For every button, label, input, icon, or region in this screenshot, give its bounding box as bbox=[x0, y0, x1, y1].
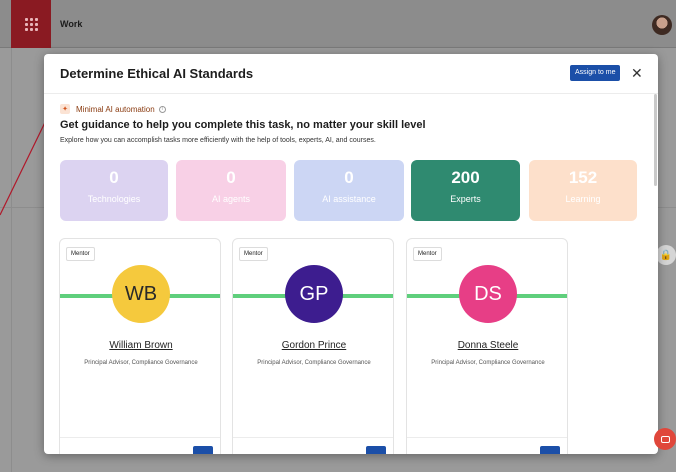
modal-header: Determine Ethical AI Standards Assign to… bbox=[44, 54, 658, 94]
stat-label: AI assistance bbox=[322, 194, 376, 204]
sparkle-icon: ✦ bbox=[60, 104, 70, 114]
mentor-role: Principal Advisor, Compliance Governance bbox=[431, 360, 545, 366]
info-icon[interactable]: i bbox=[158, 105, 166, 113]
automation-label: Minimal AI automation bbox=[76, 104, 155, 114]
stat-card-technologies[interactable]: 0 Technologies bbox=[60, 160, 168, 221]
stat-value: 200 bbox=[451, 168, 480, 187]
top-bar: Work bbox=[0, 0, 676, 48]
stat-label: Experts bbox=[450, 194, 481, 204]
stat-value: 0 bbox=[344, 168, 354, 187]
mentor-card[interactable]: Mentor WB William Brown Principal Adviso… bbox=[59, 238, 221, 454]
left-divider bbox=[11, 48, 12, 472]
mentor-name-link[interactable]: Gordon Prince bbox=[233, 340, 393, 351]
card-action-button[interactable] bbox=[193, 446, 213, 454]
automation-level: ✦ Minimal AI automation i bbox=[60, 103, 166, 115]
mentor-avatar: DS bbox=[459, 265, 517, 323]
mentor-avatar: WB bbox=[112, 265, 170, 323]
mentor-name-link[interactable]: Donna Steele bbox=[407, 340, 567, 351]
modal-scrollbar[interactable] bbox=[654, 94, 657, 186]
stat-value: 0 bbox=[109, 168, 119, 187]
mentor-role: Principal Advisor, Compliance Governance bbox=[84, 360, 198, 366]
workspace-label: Work bbox=[60, 19, 83, 29]
mentor-avatar: GP bbox=[285, 265, 343, 323]
modal-title: Determine Ethical AI Standards bbox=[60, 66, 254, 81]
card-footer-divider bbox=[233, 437, 393, 438]
mentor-name-link[interactable]: William Brown bbox=[60, 340, 220, 351]
stat-value: 0 bbox=[226, 168, 236, 187]
task-modal: Determine Ethical AI Standards Assign to… bbox=[44, 54, 658, 454]
mentor-card[interactable]: Mentor DS Donna Steele Principal Advisor… bbox=[406, 238, 568, 454]
mentor-card[interactable]: Mentor GP Gordon Prince Principal Adviso… bbox=[232, 238, 394, 454]
stat-card-ai-agents[interactable]: 0 AI agents bbox=[176, 160, 286, 221]
mentor-badge: Mentor bbox=[413, 247, 442, 261]
mentor-badge: Mentor bbox=[66, 247, 95, 261]
guidance-title: Get guidance to help you complete this t… bbox=[60, 119, 426, 131]
mentor-role: Principal Advisor, Compliance Governance bbox=[257, 360, 371, 366]
stat-label: Learning bbox=[565, 194, 601, 204]
stat-card-learning[interactable]: 152 Learning bbox=[529, 160, 637, 221]
user-avatar[interactable] bbox=[652, 15, 672, 35]
stat-card-experts[interactable]: 200 Experts bbox=[411, 160, 520, 221]
stat-label: Technologies bbox=[87, 194, 141, 204]
chat-icon[interactable] bbox=[654, 428, 676, 450]
stat-card-ai-assistance[interactable]: 0 AI assistance bbox=[294, 160, 404, 221]
guidance-subtitle: Explore how you can accomplish tasks mor… bbox=[60, 137, 376, 144]
apps-launcher[interactable] bbox=[11, 0, 51, 48]
apps-grid-icon bbox=[24, 17, 38, 31]
card-action-button[interactable] bbox=[540, 446, 560, 454]
card-footer-divider bbox=[60, 437, 220, 438]
card-action-button[interactable] bbox=[366, 446, 386, 454]
assign-to-me-button[interactable]: Assign to me bbox=[570, 65, 621, 81]
stat-value: 152 bbox=[568, 168, 598, 187]
stat-label: AI agents bbox=[211, 194, 251, 204]
lock-icon[interactable]: 🔒 bbox=[656, 245, 676, 265]
close-icon[interactable]: ✕ bbox=[631, 64, 643, 82]
card-footer-divider bbox=[407, 437, 567, 438]
mentor-badge: Mentor bbox=[239, 247, 268, 261]
